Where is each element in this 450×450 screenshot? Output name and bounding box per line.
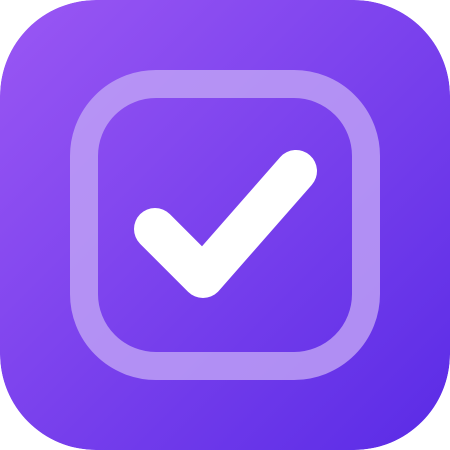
checkbox-checked-icon	[0, 0, 450, 450]
icon-canvas	[0, 0, 450, 450]
app-icon[interactable]	[0, 0, 450, 450]
